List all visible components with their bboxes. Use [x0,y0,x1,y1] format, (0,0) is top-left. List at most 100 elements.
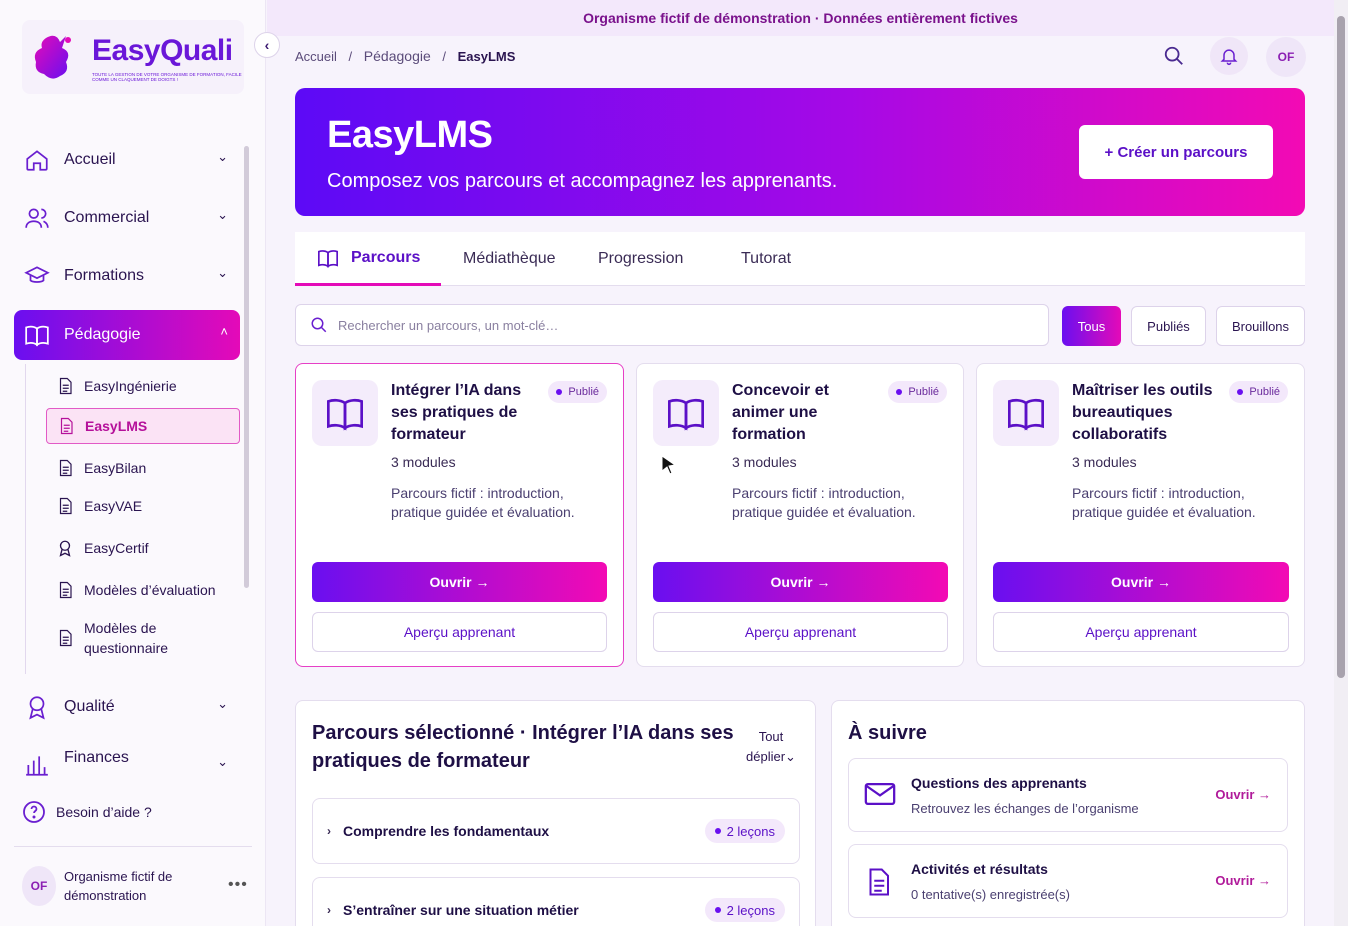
course-icon [312,380,378,446]
chevron-down-icon: ⌄ [217,207,228,222]
module-title: Comprendre les fondamentaux [343,823,550,839]
module-count: 3 modules [391,454,456,470]
sidebar-sub-item-modeles-evaluation[interactable]: Modèles d’évaluation [46,580,240,600]
lesson-count: 2 leçons [726,823,775,839]
sidebar-item-commercial[interactable]: Commercial ⌄ [14,193,240,243]
sidebar-item-finances[interactable]: Finances ⌄ [14,740,240,776]
logo-title: EasyQuali [92,34,233,67]
more-options-icon[interactable]: ••• [228,876,248,894]
sidebar-item-label: Commercial [64,209,150,226]
help-link[interactable]: Besoin d’aide ? [22,800,152,824]
chevron-right-icon: › [327,903,331,917]
follow-up-item-subtitle: Retrouvez les échanges de l’organisme [911,801,1139,816]
sidebar-item-label: Pédagogie [64,326,141,343]
sidebar-item-label: Qualité [64,698,115,715]
follow-up-item[interactable]: Questions des apprenants Retrouvez les é… [848,758,1288,832]
module-row[interactable]: › S’entraîner sur une situation métier 2… [312,877,800,926]
search-input[interactable] [338,317,1018,333]
award-icon [59,540,71,557]
sidebar-scrollbar[interactable] [244,146,249,588]
module-count: 3 modules [1072,454,1137,470]
tab-progression[interactable]: Progression [598,232,683,286]
mouse-cursor-icon [661,455,677,475]
user-avatar[interactable]: OF [1266,37,1306,77]
chevron-down-icon: ⌄ [217,149,228,164]
search-icon [1164,46,1183,65]
sidebar-sub-item-easycertif[interactable]: EasyCertif [46,538,240,558]
status-dot [896,389,903,395]
module-count: 3 modules [732,454,797,470]
tab-label: Progression [598,250,684,267]
status-label: Publié [568,386,599,398]
search-icon [311,317,327,333]
breadcrumb-separator: / [348,49,353,64]
bar-chart-icon [26,756,48,776]
open-course-button[interactable]: Ouvrir → [312,562,607,602]
search-field[interactable] [295,304,1049,346]
filter-brouillons[interactable]: Brouillons [1216,306,1305,346]
breadcrumb-separator: / [442,49,446,64]
sub-item-label: EasyIngénierie [84,378,177,394]
sidebar-sub-item-easyingenierie[interactable]: EasyIngénierie [46,376,240,396]
logo-mark-icon [34,35,71,79]
open-course-button[interactable]: Ouvrir → [993,562,1289,602]
sidebar-item-pedagogie[interactable]: Pédagogie ˄ [14,310,240,360]
follow-up-panel: À suivre Questions des apprenants Retrou… [831,700,1305,926]
document-icon [59,629,72,647]
lesson-count-badge: 2 leçons [704,898,785,922]
course-card[interactable]: Concevoir et animer une formation Publié… [636,363,964,667]
sidebar-item-qualite[interactable]: Qualité ⌄ [14,682,240,732]
chevron-down-icon: ⌄ [217,265,228,280]
filter-tous[interactable]: Tous [1062,306,1121,346]
follow-up-title: À suivre [848,722,927,744]
module-row[interactable]: › Comprendre les fondamentaux 2 leçons [312,798,800,864]
sidebar-sub-item-modeles-questionnaire[interactable]: Modèles de questionnaire [46,618,240,658]
status-label: Publié [908,386,939,398]
open-link[interactable]: Ouvrir → [1215,787,1271,802]
page-scrollbar-thumb[interactable] [1337,16,1345,678]
sidebar-collapse-button[interactable]: ‹ [254,32,280,58]
notifications-button[interactable] [1210,37,1248,75]
follow-up-item[interactable]: Activités et résultats 0 tentative(s) en… [848,844,1288,918]
sidebar-sub-item-easyvae[interactable]: EasyVAE [46,496,240,516]
chevron-up-icon: ˄ [220,324,228,339]
sub-item-label: EasyBilan [84,460,147,476]
breadcrumb-item[interactable]: Pédagogie [364,48,431,64]
organization-switcher[interactable]: OF Organisme fictif de démonstration [22,866,194,906]
expand-all-button[interactable]: Tout déplier⌄ [743,727,799,767]
open-link[interactable]: Ouvrir → [1215,873,1271,888]
sidebar-item-formations[interactable]: Formations ⌄ [14,251,240,301]
page-subtitle: Composez vos parcours et accompagnez les… [327,170,838,192]
sidebar: EasyQuali TOUTE LA GESTION DE VOTRE ORGA… [0,0,280,926]
course-icon [653,380,719,446]
tab-label: Tutorat [741,250,792,267]
book-icon [327,398,363,431]
search-button[interactable] [1155,37,1193,75]
filter-publies[interactable]: Publiés [1131,306,1206,346]
selected-course-title: Parcours sélectionné · Intégrer l’IA dan… [312,722,734,772]
tab-parcours[interactable]: Parcours [295,232,441,286]
learner-preview-button[interactable]: Aperçu apprenant [653,612,948,652]
learner-preview-button[interactable]: Aperçu apprenant [312,612,607,652]
sidebar-sub-item-easylms[interactable]: EasyLMS [46,408,240,444]
course-card[interactable]: Intégrer l’IA dans ses pratiques de form… [295,363,624,667]
sidebar-item-accueil[interactable]: Accueil ⌄ [14,135,240,185]
sidebar-sub-item-easybilan[interactable]: EasyBilan [46,458,240,478]
course-title: Intégrer l’IA dans ses pratiques de form… [391,382,522,443]
learner-preview-button[interactable]: Aperçu apprenant [993,612,1289,652]
module-title: S’entraîner sur une situation métier [343,902,579,918]
logo[interactable]: EasyQuali TOUTE LA GESTION DE VOTRE ORGA… [22,20,244,94]
mail-icon [864,782,896,806]
divider [14,846,252,847]
tab-mediatheque[interactable]: Médiathèque [463,232,556,286]
status-badge: Publié [548,381,607,403]
course-card[interactable]: Maîtriser les outils bureautiques collab… [976,363,1305,667]
topbar: Accueil / Pédagogie / EasyLMS OF [267,36,1334,77]
status-dot [556,389,563,395]
breadcrumb-item[interactable]: Accueil [295,49,337,64]
course-description: Parcours fictif : introduction, pratique… [1072,485,1256,520]
status-label: Publié [1249,386,1280,398]
create-course-button[interactable]: + Créer un parcours [1079,125,1273,179]
open-course-button[interactable]: Ouvrir → [653,562,948,602]
tab-tutorat[interactable]: Tutorat [741,232,791,286]
